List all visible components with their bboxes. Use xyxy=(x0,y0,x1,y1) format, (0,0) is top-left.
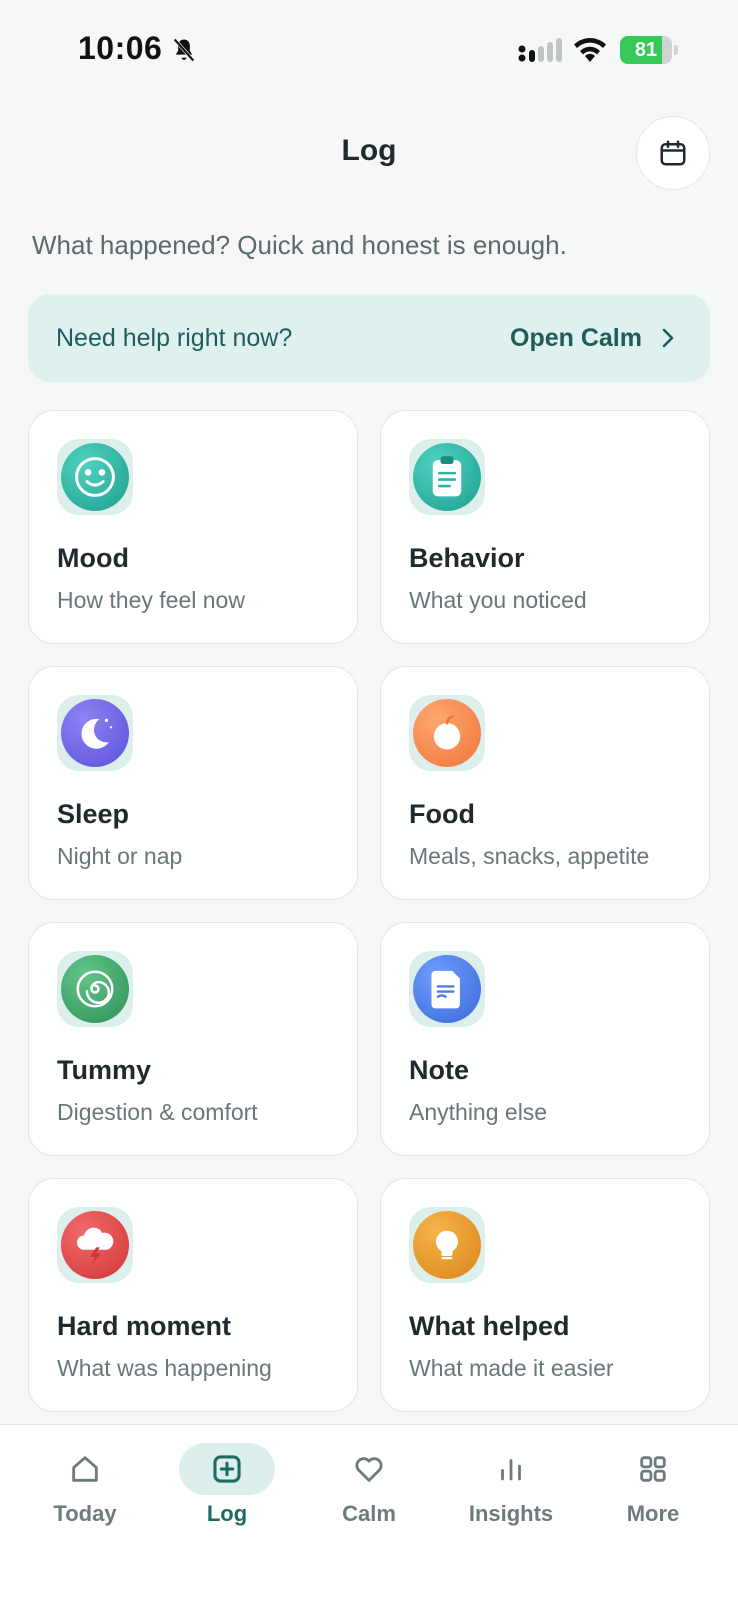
status-time: 10:06 xyxy=(78,30,163,66)
card-title: Hard moment xyxy=(57,1311,232,1341)
nav-label: More xyxy=(626,1501,680,1526)
card-what-helped[interactable]: What helped What made it easier xyxy=(380,1178,710,1412)
nav-label: Today xyxy=(53,1501,117,1526)
card-note[interactable]: Note Anything else xyxy=(380,922,710,1156)
nav-more[interactable]: More xyxy=(598,1443,708,1527)
card-mood[interactable]: Mood How they feel now xyxy=(28,410,358,644)
card-desc: Anything else xyxy=(409,1099,548,1125)
card-desc: Night or nap xyxy=(57,843,183,869)
card-food[interactable]: Food Meals, snacks, appetite xyxy=(380,666,710,900)
document-icon xyxy=(413,955,481,1023)
moon-icon xyxy=(61,699,129,767)
card-title: Sleep xyxy=(57,799,130,829)
nav-insights[interactable]: Insights xyxy=(456,1443,566,1527)
apple-icon xyxy=(413,699,481,767)
log-screen: 10:06 81 Log What happened? Quick and ho… xyxy=(0,0,738,1600)
log-category-grid: Mood How they feel now Behavior What you… xyxy=(28,410,710,1412)
card-desc: Meals, snacks, appetite xyxy=(409,843,650,869)
status-bar: 10:06 81 xyxy=(0,0,738,100)
plus-square-icon xyxy=(213,1455,241,1483)
wifi-icon xyxy=(574,38,606,62)
open-calm-label: Open Calm xyxy=(510,323,642,352)
card-sleep[interactable]: Sleep Night or nap xyxy=(28,666,358,900)
card-title: Note xyxy=(409,1055,469,1085)
bell-off-icon xyxy=(173,38,195,62)
card-desc: What made it easier xyxy=(409,1355,614,1381)
smiley-icon xyxy=(61,443,129,511)
chevron-right-icon xyxy=(662,328,674,348)
bottom-nav: Today Log Calm Insights More xyxy=(0,1424,738,1600)
calendar-icon xyxy=(660,140,686,166)
card-hard-moment[interactable]: Hard moment What was happening xyxy=(28,1178,358,1412)
signal-icon xyxy=(518,38,562,62)
bar-chart-icon xyxy=(501,1459,521,1481)
home-icon xyxy=(72,1456,98,1482)
help-banner-text: Need help right now? xyxy=(56,323,293,352)
nav-calm[interactable]: Calm xyxy=(314,1443,424,1527)
card-title: Food xyxy=(409,799,475,829)
lightbulb-icon xyxy=(413,1211,481,1279)
nav-log[interactable]: Log xyxy=(172,1443,282,1527)
heart-icon xyxy=(355,1457,383,1482)
storm-cloud-icon xyxy=(61,1211,129,1279)
card-desc: What you noticed xyxy=(409,587,587,613)
spiral-icon xyxy=(61,955,129,1023)
card-desc: Digestion & comfort xyxy=(57,1099,258,1125)
nav-label: Insights xyxy=(468,1501,554,1526)
card-title: Mood xyxy=(57,543,129,573)
card-title: Behavior xyxy=(409,543,525,573)
nav-label: Log xyxy=(206,1501,248,1526)
grid-icon xyxy=(640,1456,666,1482)
clipboard-icon xyxy=(413,443,481,511)
nav-label: Calm xyxy=(342,1501,396,1526)
card-title: What helped xyxy=(409,1311,570,1341)
battery-text: 81 xyxy=(634,39,658,61)
open-calm-link[interactable]: Open Calm xyxy=(510,324,676,353)
card-desc: How they feel now xyxy=(57,587,245,613)
calendar-button[interactable] xyxy=(636,116,710,190)
card-title: Tummy xyxy=(57,1055,152,1085)
card-desc: What was happening xyxy=(57,1355,272,1381)
help-banner[interactable]: Need help right now? Open Calm xyxy=(28,294,710,382)
card-behavior[interactable]: Behavior What you noticed xyxy=(380,410,710,644)
page-title: Log xyxy=(341,134,397,167)
card-tummy[interactable]: Tummy Digestion & comfort xyxy=(28,922,358,1156)
page-subtitle: What happened? Quick and honest is enoug… xyxy=(32,230,567,260)
battery-indicator: 81 xyxy=(620,36,678,64)
nav-today[interactable]: Today xyxy=(30,1443,140,1527)
